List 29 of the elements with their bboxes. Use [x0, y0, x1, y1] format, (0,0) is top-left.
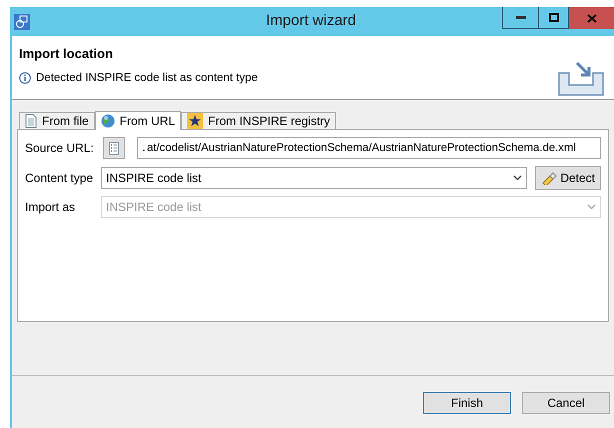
import-tray-icon — [557, 59, 605, 97]
field-label: Content type — [25, 170, 94, 187]
window-title: Import wizard — [264, 11, 358, 32]
close-icon — [586, 14, 596, 22]
info-icon — [19, 72, 31, 84]
url-field[interactable]: ․at/codelist/AustrianNatureProtectionSchema/AustrianNatureProtectionSchema.de.xml — [137, 137, 601, 159]
status-message: Detected INSPIRE code list as content type — [36, 70, 258, 86]
star-icon — [187, 113, 204, 129]
tab[interactable]: From INSPIRE registry — [181, 112, 336, 129]
dialog-button[interactable]: Cancel — [522, 392, 610, 414]
maximize-icon — [548, 13, 558, 22]
field-label: Import as — [25, 199, 76, 216]
detect-button[interactable]: Detect — [535, 166, 601, 190]
header-title: Import location — [19, 45, 114, 63]
list-button[interactable] — [103, 137, 125, 159]
chevron-down-icon — [513, 175, 522, 181]
content-type-dropdown[interactable]: INSPIRE code list — [101, 167, 528, 189]
close-button[interactable] — [569, 7, 614, 29]
list-icon — [109, 142, 119, 154]
chevron-down-icon — [587, 204, 596, 210]
globe-icon — [100, 114, 115, 128]
window-app-icon — [14, 14, 30, 30]
field-label: Source URL: — [25, 140, 95, 157]
minimize-button[interactable] — [502, 7, 539, 29]
dialog-button[interactable]: Finish — [423, 392, 511, 414]
flashlight-icon — [541, 171, 558, 185]
tab[interactable]: From URL — [94, 111, 182, 130]
tab[interactable]: From file — [19, 112, 95, 129]
minimize-icon — [516, 16, 526, 19]
